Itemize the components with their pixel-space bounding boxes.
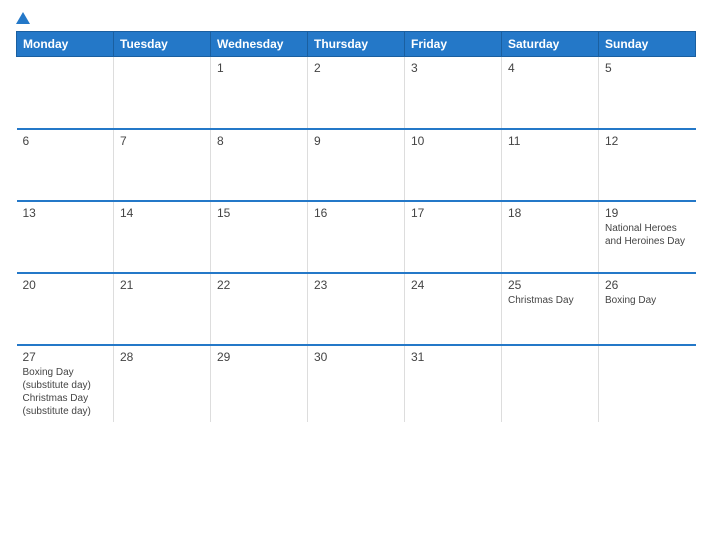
calendar-cell: 3 — [405, 57, 502, 129]
calendar-cell: 12 — [599, 129, 696, 201]
day-number: 18 — [508, 206, 592, 220]
day-number: 19 — [605, 206, 690, 220]
calendar-cell: 13 — [17, 201, 114, 273]
calendar-cell: 31 — [405, 345, 502, 422]
day-header-sunday: Sunday — [599, 32, 696, 57]
calendar-cell: 25 Christmas Day — [502, 273, 599, 345]
event-label: Boxing Day — [605, 294, 690, 307]
day-number: 12 — [605, 134, 690, 148]
day-number: 17 — [411, 206, 495, 220]
day-number: 22 — [217, 278, 301, 292]
calendar-cell — [502, 345, 599, 422]
calendar-cell: 27 Boxing Day (substitute day)Christmas D… — [17, 345, 114, 422]
event-label: Christmas Day — [508, 294, 592, 307]
event-label: National Heroes and Heroines Day — [605, 222, 690, 248]
day-number: 30 — [314, 350, 398, 364]
day-number: 6 — [23, 134, 108, 148]
day-number: 16 — [314, 206, 398, 220]
day-number: 2 — [314, 61, 398, 75]
calendar-table: MondayTuesdayWednesdayThursdayFridaySatu… — [16, 31, 696, 422]
calendar-cell: 16 — [308, 201, 405, 273]
calendar-cell: 17 — [405, 201, 502, 273]
calendar-cell: 5 — [599, 57, 696, 129]
calendar-week-0: 12345 — [17, 57, 696, 129]
day-number: 13 — [23, 206, 108, 220]
day-number: 26 — [605, 278, 690, 292]
calendar-cell: 21 — [114, 273, 211, 345]
day-number: 28 — [120, 350, 204, 364]
calendar-week-3: 20 21 22 23 24 25 Christmas Day 26 Boxing Day — [17, 273, 696, 345]
day-header-wednesday: Wednesday — [211, 32, 308, 57]
day-number: 4 — [508, 61, 592, 75]
calendar-cell: 9 — [308, 129, 405, 201]
calendar-cell: 24 — [405, 273, 502, 345]
calendar-cell: 26 Boxing Day — [599, 273, 696, 345]
day-header-saturday: Saturday — [502, 32, 599, 57]
day-number: 21 — [120, 278, 204, 292]
calendar-cell: 19 National Heroes and Heroines Day — [599, 201, 696, 273]
day-number: 5 — [605, 61, 690, 75]
calendar-cell: 23 — [308, 273, 405, 345]
calendar-cell: 14 — [114, 201, 211, 273]
calendar-cell: 18 — [502, 201, 599, 273]
header — [16, 12, 696, 23]
day-header-monday: Monday — [17, 32, 114, 57]
day-number: 23 — [314, 278, 398, 292]
calendar-week-4: 27 Boxing Day (substitute day)Christmas D… — [17, 345, 696, 422]
calendar-cell: 8 — [211, 129, 308, 201]
calendar-cell: 22 — [211, 273, 308, 345]
calendar-cell: 7 — [114, 129, 211, 201]
day-header-tuesday: Tuesday — [114, 32, 211, 57]
day-number: 1 — [217, 61, 301, 75]
calendar-week-1: 6789 10 11 12 — [17, 129, 696, 201]
calendar-week-2: 13 14 15 16 17 18 19 National Heroes and Heroin… — [17, 201, 696, 273]
day-header-thursday: Thursday — [308, 32, 405, 57]
event-label: Boxing Day (substitute day) — [23, 366, 108, 392]
day-number: 31 — [411, 350, 495, 364]
day-number: 10 — [411, 134, 495, 148]
calendar-cell: 15 — [211, 201, 308, 273]
calendar-cell: 2 — [308, 57, 405, 129]
calendar-cell: 4 — [502, 57, 599, 129]
day-number: 27 — [23, 350, 108, 364]
calendar-cell: 20 — [17, 273, 114, 345]
calendar-cell — [17, 57, 114, 129]
calendar-cell — [599, 345, 696, 422]
calendar-cell: 10 — [405, 129, 502, 201]
day-number: 20 — [23, 278, 108, 292]
day-number: 11 — [508, 134, 592, 148]
day-number: 25 — [508, 278, 592, 292]
day-number: 29 — [217, 350, 301, 364]
day-number: 9 — [314, 134, 398, 148]
day-number: 14 — [120, 206, 204, 220]
calendar-cell: 1 — [211, 57, 308, 129]
day-number: 24 — [411, 278, 495, 292]
event-label: Christmas Day (substitute day) — [23, 392, 108, 418]
day-number: 3 — [411, 61, 495, 75]
logo — [16, 12, 32, 23]
calendar-header-row: MondayTuesdayWednesdayThursdayFridaySatu… — [17, 32, 696, 57]
day-number: 15 — [217, 206, 301, 220]
calendar-cell: 30 — [308, 345, 405, 422]
logo-triangle-icon — [16, 12, 30, 24]
calendar-cell: 6 — [17, 129, 114, 201]
calendar-cell: 28 — [114, 345, 211, 422]
day-number: 8 — [217, 134, 301, 148]
calendar-page: MondayTuesdayWednesdayThursdayFridaySatu… — [0, 0, 712, 550]
day-number: 7 — [120, 134, 204, 148]
calendar-cell: 29 — [211, 345, 308, 422]
logo-blue-text — [16, 12, 32, 23]
calendar-cell — [114, 57, 211, 129]
day-header-friday: Friday — [405, 32, 502, 57]
calendar-cell: 11 — [502, 129, 599, 201]
